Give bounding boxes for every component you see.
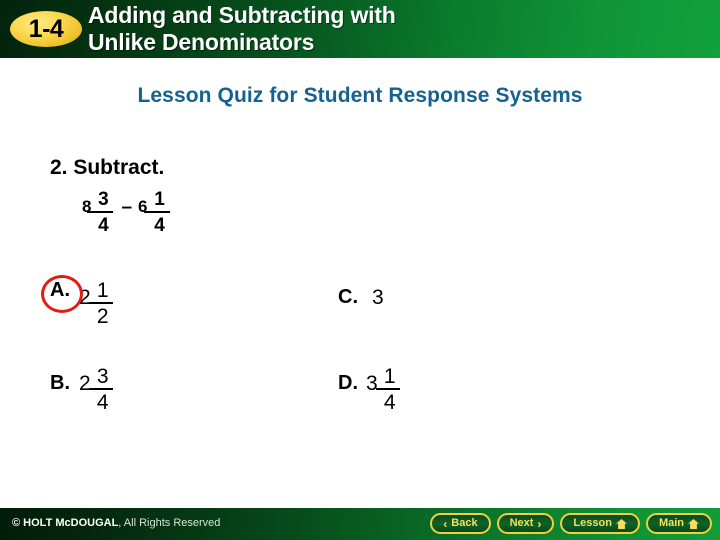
next-button[interactable]: Next › bbox=[496, 513, 555, 534]
quiz-subtitle: Lesson Quiz for Student Response Systems bbox=[137, 84, 583, 107]
page-title: Adding and Subtracting with Unlike Denom… bbox=[88, 2, 708, 56]
expression-left-denominator: 4 bbox=[98, 215, 109, 236]
lesson-button-label: Lesson bbox=[573, 517, 612, 529]
answer-label-d: D. bbox=[338, 372, 358, 394]
home-icon bbox=[688, 518, 699, 529]
chevron-left-icon: ‹ bbox=[443, 516, 448, 531]
question-expression: 8 3 4 – 6 1 4 bbox=[82, 190, 170, 235]
answer-label-b: B. bbox=[50, 372, 70, 394]
copyright-rights: , All Rights Reserved bbox=[118, 517, 221, 529]
answer-choice-b[interactable]: B. 2 3 4 bbox=[50, 366, 113, 413]
expression-right-fraction: 1 4 bbox=[143, 189, 170, 236]
answer-denominator-d: 4 bbox=[383, 391, 396, 414]
main-button-label: Main bbox=[658, 517, 684, 529]
answer-whole-d: 3 bbox=[366, 372, 378, 395]
expression-right-numerator: 1 bbox=[154, 189, 165, 210]
main-button[interactable]: Main bbox=[645, 513, 712, 534]
back-button[interactable]: ‹ Back bbox=[430, 513, 491, 534]
expression-left-numerator: 3 bbox=[98, 189, 109, 210]
back-button-label: Back bbox=[451, 517, 478, 529]
copyright-notice: © HOLT McDOUGAL, All Rights Reserved bbox=[12, 517, 220, 529]
answer-choice-d[interactable]: D. 3 1 4 bbox=[338, 366, 400, 413]
answer-denominator-b: 4 bbox=[96, 391, 109, 414]
fraction-bar bbox=[375, 388, 400, 390]
answer-fraction-d: 1 4 bbox=[375, 365, 400, 414]
fraction-bar bbox=[88, 302, 113, 304]
lesson-number-badge: 1-4 bbox=[10, 11, 82, 47]
chevron-right-icon: › bbox=[537, 516, 542, 531]
page-title-line-2: Unlike Denominators bbox=[88, 29, 315, 55]
copyright-brand: © HOLT McDOUGAL bbox=[12, 517, 119, 529]
slide-header: 1-4 Adding and Subtracting with Unlike D… bbox=[0, 0, 720, 58]
expression-right-denominator: 4 bbox=[154, 215, 165, 236]
question-prompt: 2. Subtract. bbox=[50, 156, 165, 179]
answer-denominator-a: 2 bbox=[96, 305, 109, 328]
lesson-number-text: 1-4 bbox=[28, 14, 64, 43]
answer-numerator-a: 1 bbox=[96, 279, 109, 302]
fraction-bar bbox=[88, 388, 113, 390]
answer-fraction-b: 3 4 bbox=[88, 365, 113, 414]
expression-operator: – bbox=[121, 197, 133, 218]
fraction-bar bbox=[87, 211, 114, 213]
navigation-buttons: ‹ Back Next › Lesson Main bbox=[430, 513, 712, 534]
expression-left-fraction: 3 4 bbox=[87, 189, 114, 236]
fraction-bar bbox=[143, 211, 170, 213]
answer-choice-c[interactable]: C. 3 bbox=[338, 280, 384, 308]
page-title-line-1: Adding and Subtracting with bbox=[88, 2, 396, 28]
answer-whole-b: 2 bbox=[79, 372, 91, 395]
answer-label-c: C. bbox=[338, 286, 358, 308]
slide-footer: © HOLT McDOUGAL, All Rights Reserved ‹ B… bbox=[0, 508, 720, 540]
home-icon bbox=[615, 518, 627, 529]
answer-numerator-b: 3 bbox=[96, 365, 109, 388]
next-button-label: Next bbox=[509, 517, 534, 529]
answer-whole-c: 3 bbox=[372, 286, 384, 309]
answer-numerator-d: 1 bbox=[383, 365, 396, 388]
answer-choice-a[interactable]: A. 2 1 2 bbox=[41, 275, 113, 328]
answer-label-wrap-a: A. bbox=[41, 275, 83, 313]
lesson-button[interactable]: Lesson bbox=[560, 513, 640, 534]
answer-label-a: A. bbox=[50, 279, 70, 301]
answer-fraction-a: 1 2 bbox=[88, 279, 113, 328]
